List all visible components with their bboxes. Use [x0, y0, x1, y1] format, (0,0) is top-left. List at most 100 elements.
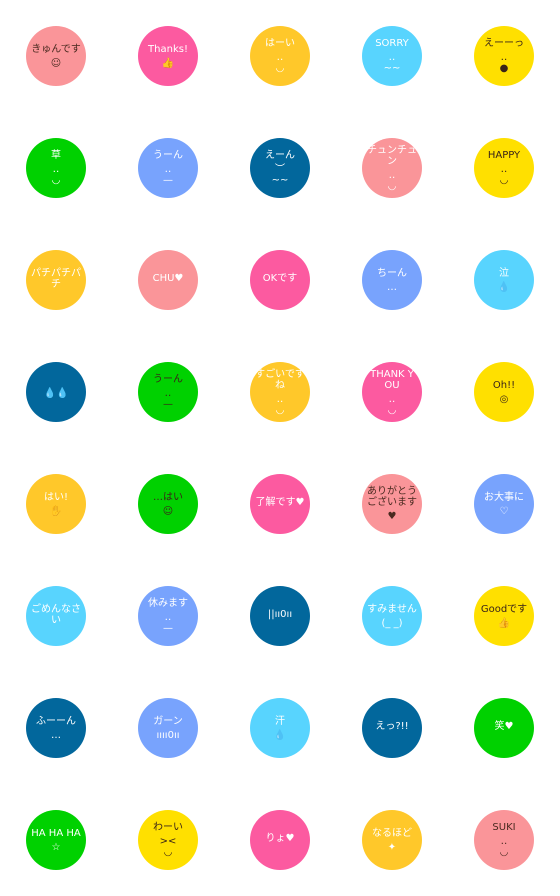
sticker-text: ガーン	[153, 715, 183, 727]
sticker[interactable]: HA HA HA ☆	[26, 810, 86, 870]
sticker[interactable]: ありがとうございます ♥	[362, 474, 422, 534]
sticker-text: えーーっ	[484, 38, 524, 49]
sticker[interactable]: なるほど ✦	[362, 810, 422, 870]
face-icon: ✋	[49, 505, 63, 517]
sticker-text: うーん	[153, 374, 183, 385]
face-icon: 💧	[273, 729, 287, 741]
sticker[interactable]: 草 ‥ ◡	[26, 138, 86, 198]
sticker-text: Oh!!	[492, 379, 516, 391]
sticker-text: はい!	[43, 491, 68, 503]
face-icon: ‥ ◡	[387, 393, 397, 416]
sticker[interactable]: すみません (_ _)	[362, 586, 422, 646]
sticker[interactable]: 休みます ‥ —	[138, 586, 198, 646]
sticker-text: 笑♥	[494, 721, 514, 732]
face-icon: ✦	[387, 841, 397, 853]
face-icon: …	[51, 729, 61, 741]
face-icon: ♥	[387, 511, 397, 522]
sticker[interactable]: すごいですね ‥ ◡	[250, 362, 310, 422]
face-icon: 👍	[161, 57, 175, 69]
face-icon: ‥ —	[163, 612, 173, 634]
face-icon: ‥ ◡	[51, 164, 61, 186]
sticker[interactable]: THANK YOU ‥ ◡	[362, 362, 422, 422]
sticker[interactable]: 💧💧	[26, 362, 86, 422]
face-icon: ‥ ◡	[275, 393, 285, 416]
sticker-text: パチパチパチ	[31, 267, 81, 290]
sticker-text: きゅんです	[31, 43, 81, 55]
sticker[interactable]: 了解です♥	[250, 474, 310, 534]
sticker-text: ||ıı0ıı	[267, 609, 293, 620]
sticker[interactable]: うーん ‥ —	[138, 362, 198, 422]
face-icon: ‥ ◡	[499, 836, 509, 858]
face-icon: ‥ —	[163, 164, 173, 186]
face-icon: ‥ ◡	[275, 52, 285, 74]
sticker-text: OKです	[262, 273, 298, 284]
sticker[interactable]: うーん ‥ —	[138, 138, 198, 198]
face-icon: ☆	[51, 841, 61, 853]
face-icon: ‥ —	[163, 388, 173, 410]
sticker-text: りょ♥	[265, 833, 295, 844]
sticker-text: わーい	[153, 822, 183, 833]
sticker[interactable]: りょ♥	[250, 810, 310, 870]
face-icon: 💧	[497, 281, 511, 293]
sticker-text: 汗	[275, 715, 285, 727]
sticker[interactable]: Oh!! ◎	[474, 362, 534, 422]
sticker[interactable]: HAPPY ‥ ◡	[474, 138, 534, 198]
sticker-text: 了解です♥	[255, 497, 305, 508]
face-icon: ‥ ●	[499, 52, 509, 74]
face-icon: 👍	[497, 617, 511, 629]
sticker[interactable]: ふーーん …	[26, 698, 86, 758]
sticker[interactable]: えーん ︶ ~~	[250, 138, 310, 198]
sticker[interactable]: CHU♥	[138, 250, 198, 310]
sticker[interactable]: SUKI ‥ ◡	[474, 810, 534, 870]
sticker-text: ちーん	[377, 267, 407, 279]
face-icon: ‥ ~~	[383, 52, 401, 74]
sticker-text: えっ?!!	[375, 721, 409, 732]
sticker-text: うーん	[153, 150, 183, 161]
face-icon: ‥ ◡	[387, 169, 397, 192]
sticker-text: お大事に	[484, 491, 524, 503]
sticker-text: THANK YOU	[370, 368, 414, 391]
face-icon: ‥ ◡	[499, 164, 509, 186]
sticker[interactable]: SORRY ‥ ~~	[362, 26, 422, 86]
face-icon: 💧💧	[43, 388, 69, 399]
face-icon: ︶ ~~	[271, 164, 289, 186]
sticker[interactable]: えっ?!!	[362, 698, 422, 758]
sticker[interactable]: 泣 💧	[474, 250, 534, 310]
sticker-text: はーい	[265, 38, 295, 49]
sticker-text: 草	[51, 150, 61, 161]
sticker-text: SORRY	[375, 38, 409, 49]
sticker[interactable]: ちーん …	[362, 250, 422, 310]
sticker[interactable]: はい! ✋	[26, 474, 86, 534]
sticker[interactable]: パチパチパチ	[26, 250, 86, 310]
sticker-text: …はい	[153, 491, 183, 503]
sticker[interactable]: 笑♥	[474, 698, 534, 758]
face-icon: …	[387, 281, 397, 293]
sticker-text: ふーーん	[36, 715, 76, 727]
sticker[interactable]: お大事に ♡	[474, 474, 534, 534]
sticker[interactable]: はーい ‥ ◡	[250, 26, 310, 86]
face-icon: (_ _)	[381, 617, 403, 629]
sticker[interactable]: Thanks! 👍	[138, 26, 198, 86]
sticker-text: 泣	[499, 267, 509, 279]
sticker-text: なるほど	[372, 827, 412, 839]
sticker[interactable]: ||ıı0ıı	[250, 586, 310, 646]
sticker[interactable]: チュンチュン ‥ ◡	[362, 138, 422, 198]
sticker-text: えーん	[265, 150, 295, 161]
sticker[interactable]: わーい >< ◡	[138, 810, 198, 870]
sticker-text: Goodです	[480, 603, 528, 615]
sticker[interactable]: 汗 💧	[250, 698, 310, 758]
sticker-text: Thanks!	[148, 43, 188, 55]
sticker[interactable]: OKです	[250, 250, 310, 310]
sticker-text: CHU♥	[152, 273, 184, 284]
sticker-text: ごめんなさい	[31, 603, 81, 626]
sticker[interactable]: Goodです 👍	[474, 586, 534, 646]
sticker-text: すごいですね	[255, 368, 305, 391]
sticker[interactable]: えーーっ ‥ ●	[474, 26, 534, 86]
face-icon: ıııı0ıı	[156, 729, 180, 741]
sticker-text: SUKI	[492, 822, 516, 833]
face-icon: ☺	[162, 505, 174, 517]
sticker[interactable]: きゅんです ☺	[26, 26, 86, 86]
sticker[interactable]: …はい ☺	[138, 474, 198, 534]
sticker[interactable]: ごめんなさい	[26, 586, 86, 646]
sticker[interactable]: ガーン ıııı0ıı	[138, 698, 198, 758]
